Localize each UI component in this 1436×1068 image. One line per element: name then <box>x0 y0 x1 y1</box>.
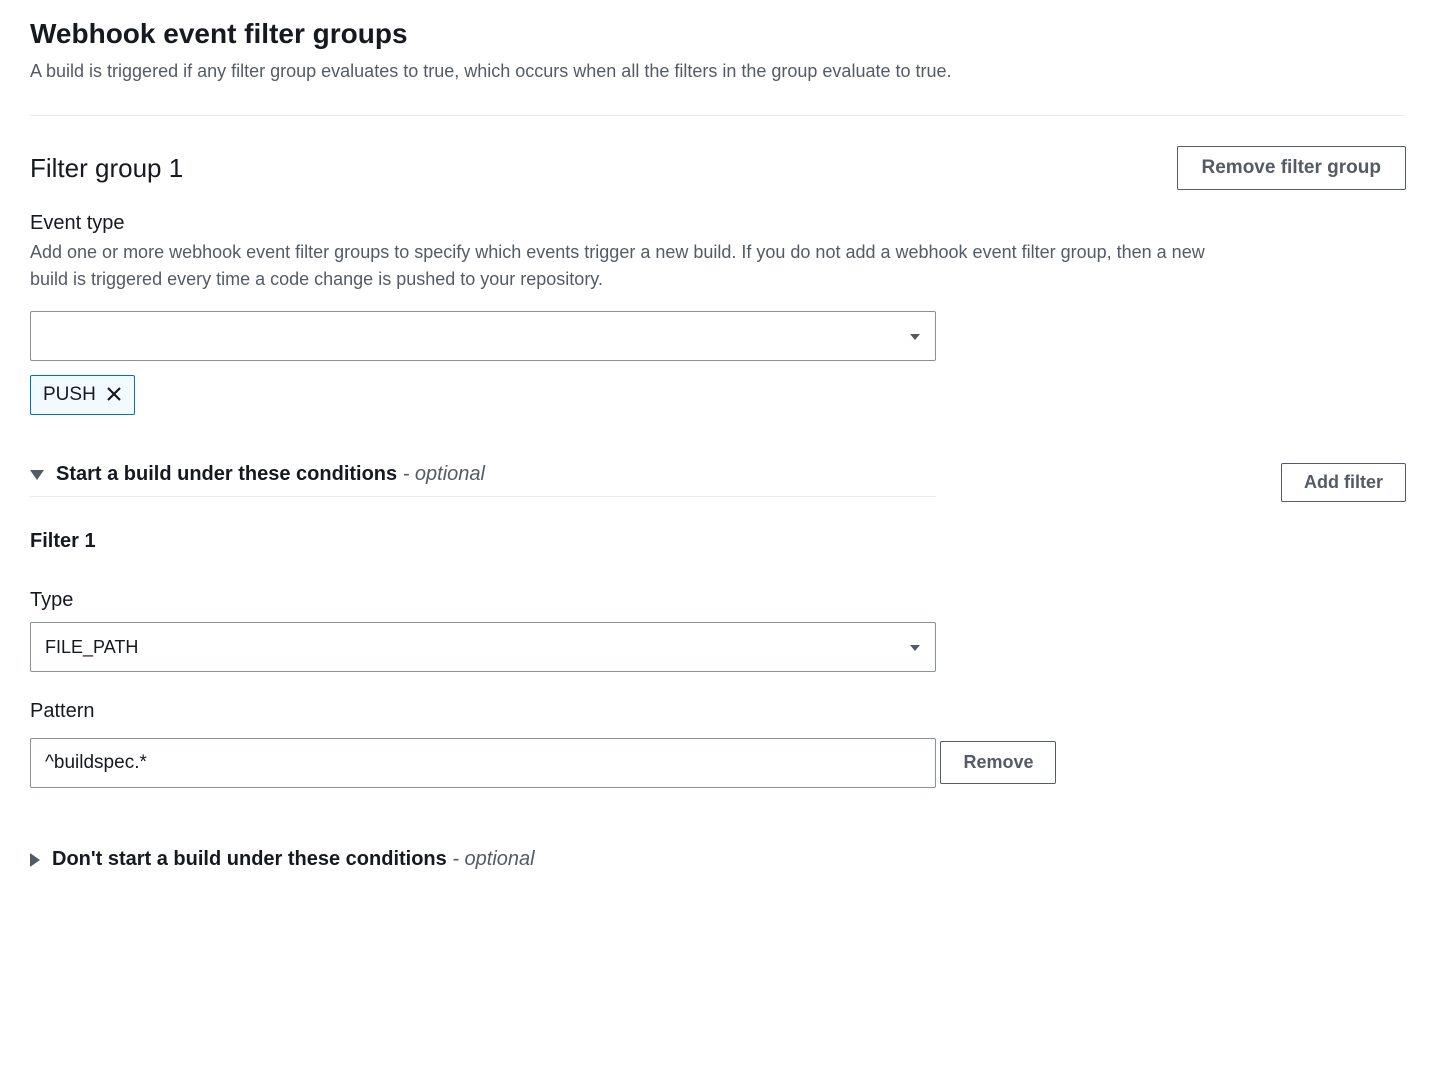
dont-start-conditions-title-text: Don't start a build under these conditio… <box>52 848 447 870</box>
close-icon[interactable] <box>106 384 122 406</box>
divider <box>30 115 1406 116</box>
start-conditions-optional: - optional <box>403 463 485 485</box>
caret-down-icon <box>909 328 921 344</box>
start-conditions-title: Start a build under these conditions - o… <box>56 463 485 486</box>
remove-filter-button[interactable]: Remove <box>940 741 1056 784</box>
filter-pattern-input[interactable] <box>30 738 936 788</box>
dont-start-conditions-title: Don't start a build under these conditio… <box>52 848 535 871</box>
section-description: A build is triggered if any filter group… <box>30 58 1406 85</box>
event-tag-label: PUSH <box>43 384 96 406</box>
dont-start-conditions-toggle[interactable]: Don't start a build under these conditio… <box>30 848 1406 871</box>
filter-heading: Filter 1 <box>30 530 1406 553</box>
filter-type-select-value: FILE_PATH <box>45 637 909 658</box>
filter-group-header: Filter group 1 Remove filter group <box>30 146 1406 190</box>
event-tag-push[interactable]: PUSH <box>30 375 135 415</box>
expand-down-icon <box>30 470 44 480</box>
remove-filter-group-button[interactable]: Remove filter group <box>1177 146 1406 190</box>
add-filter-button[interactable]: Add filter <box>1281 463 1406 502</box>
filter-type-select[interactable]: FILE_PATH <box>30 622 936 672</box>
filter-group-title: Filter group 1 <box>30 153 183 184</box>
event-type-help: Add one or more webhook event filter gro… <box>30 239 1230 293</box>
filter-type-label: Type <box>30 589 1406 612</box>
dont-start-conditions-optional: - optional <box>452 848 534 870</box>
start-conditions-toggle[interactable]: Start a build under these conditions - o… <box>30 463 936 497</box>
filter-pattern-label: Pattern <box>30 700 1406 723</box>
start-conditions-title-text: Start a build under these conditions <box>56 463 397 485</box>
event-type-select[interactable] <box>30 311 936 361</box>
section-title: Webhook event filter groups <box>30 0 1406 50</box>
start-conditions-row: Start a build under these conditions - o… <box>30 463 1406 502</box>
caret-down-icon <box>909 639 921 655</box>
event-type-label: Event type <box>30 212 1406 235</box>
expand-right-icon <box>30 853 40 867</box>
